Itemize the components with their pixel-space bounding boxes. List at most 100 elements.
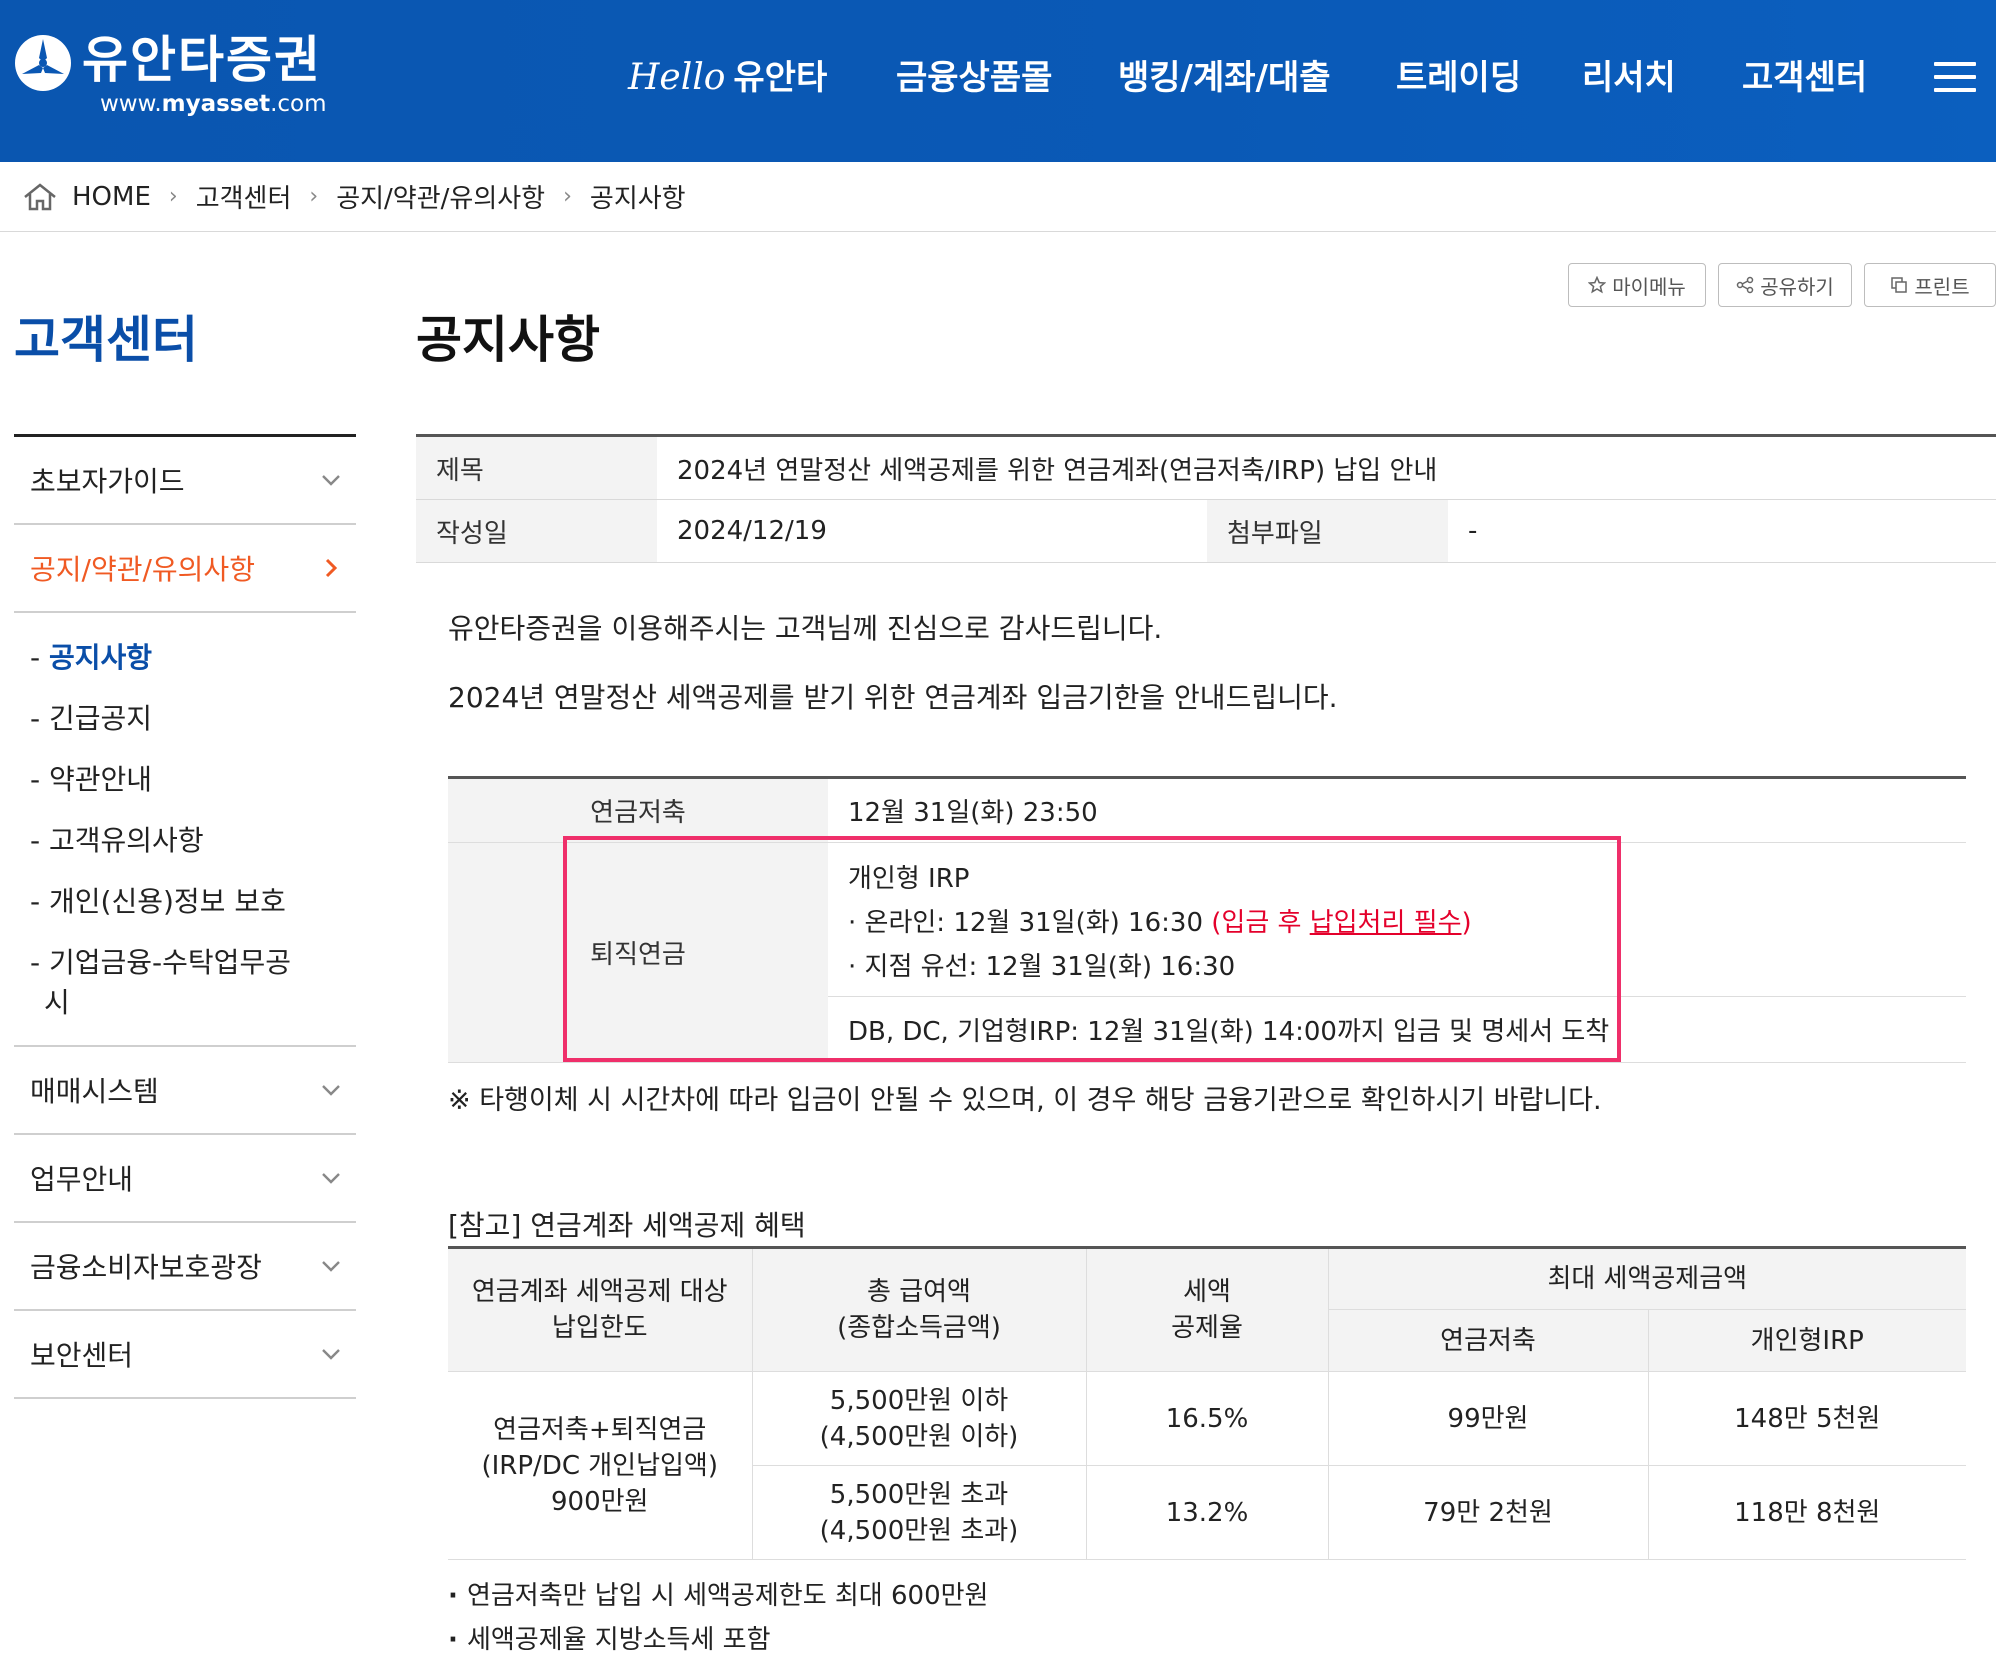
nav-trading[interactable]: 트레이딩 [1396,54,1521,102]
sidebar-item-security-center[interactable]: 보안센터 [14,1311,356,1399]
nav-research[interactable]: 리서치 [1582,54,1676,102]
limit-line3: 900만원 [551,1486,649,1517]
sidebar-item-label: 공지/약관/유의사항 [30,553,255,586]
sidebar-sub-label: 긴급공지 [49,702,153,735]
sidebar-sub-urgent[interactable]: - 긴급공지 [14,699,356,739]
pension-savings-value: 12월 31일(화) 23:50 [848,798,1098,828]
breadcrumb-separator-icon: › [168,184,178,209]
sidebar-item-label: 초보자가이드 [30,465,185,498]
sidebar-sub-terms[interactable]: - 약관안내 [14,760,356,800]
chevron-down-icon [322,1261,340,1272]
nav-banking[interactable]: 뱅킹/계좌/대출 [1118,54,1331,102]
sidebar-sub-label: 약관안내 [49,763,153,796]
nav-hello-script: Hello [628,57,726,98]
info-row-subject: 제목 2024년 연말정산 세액공제를 위한 연금계좌(연금저축/IRP) 납입… [416,437,1996,500]
pension-savings-label: 연금저축 [448,779,828,842]
breadcrumb-separator-icon: › [309,184,319,209]
irp-cell: 118만 8천원 [1647,1465,1966,1560]
logo-url: www.myasset.com [100,90,327,118]
salary-line1: 5,500만원 이하 [829,1385,1009,1416]
logo-name: 유안타증권 [82,31,322,89]
logo-mark-icon [15,35,71,91]
sidebar-sub-label: 공지사항 [49,641,153,674]
subject-label: 제목 [416,437,657,499]
sidebar-sub-label-cont: 시 [44,986,70,1019]
print-label: 프린트 [1914,274,1970,299]
sidebar-sub-privacy[interactable]: - 개인(신용)정보 보호 [14,882,356,922]
star-icon [1588,276,1607,294]
savings-cell: 99만원 [1327,1371,1649,1466]
limit-line1: 연금저축+퇴직연금 [493,1414,707,1445]
nav-financial-mall[interactable]: 금융상품몰 [896,54,1052,102]
breadcrumb-notice-terms[interactable]: 공지/약관/유의사항 [336,178,545,215]
rate-cell: 16.5% [1085,1371,1329,1466]
sidebar-sub-caution[interactable]: - 고객유의사항 [14,821,356,861]
salary-line2: (4,500만원 이하) [819,1421,1019,1452]
date-label: 작성일 [416,500,657,562]
post-info-table: 제목 2024년 연말정산 세액공제를 위한 연금계좌(연금저축/IRP) 납입… [416,434,1996,563]
attachment-value: - [1468,516,1478,546]
logo-url-suffix: .com [270,91,327,117]
sidebar-item-label: 업무안내 [30,1163,134,1196]
sidebar-item-trading-system[interactable]: 매매시스템 [14,1047,356,1135]
page-title: 공지사항 [416,311,600,369]
subject-value: 2024년 연말정산 세액공제를 위한 연금계좌(연금저축/IRP) 납입 안내 [677,455,1438,486]
sidebar-sub-notice[interactable]: - 공지사항 [14,638,356,678]
chevron-right-icon [325,558,338,578]
header-rate-line1: 세액 [1183,1277,1231,1307]
salary-line1: 5,500만원 초과 [829,1479,1009,1510]
salary-cell: 5,500만원 초과 (4,500만원 초과) [751,1465,1087,1560]
top-header: 유안타증권 www.myasset.com Hello 유안타 금융상품몰 뱅킹/… [0,0,1996,162]
breadcrumb-notice[interactable]: 공지사항 [590,178,686,215]
benefit-notes: 연금저축만 납입 시 세액공제한도 최대 600만원 세액공제율 지방소득세 포… [448,1574,989,1662]
sidebar-item-label: 매매시스템 [30,1075,159,1108]
rate-cell: 13.2% [1085,1465,1329,1560]
nav-customer-center[interactable]: 고객센터 [1742,54,1867,102]
logo-url-prefix: www. [100,91,162,117]
chevron-down-icon [322,475,340,486]
tax-benefit-table: 연금계좌 세액공제 대상 납입한도 총 급여액 (종합소득금액) 세액 공제율 최대 … [448,1246,1966,1560]
irp-cell: 148만 5천원 [1647,1371,1966,1466]
header-limit: 연금계좌 세액공제 대상 납입한도 [448,1247,753,1372]
breadcrumb-customer-center[interactable]: 고객센터 [196,178,292,215]
deadline-row-pension-savings: 연금저축 12월 31일(화) 23:50 [448,779,1966,843]
sidebar-sub-label: 개인(신용)정보 보호 [49,885,286,918]
header-rate-line2: 공제율 [1171,1313,1243,1343]
breadcrumb-home[interactable]: HOME [72,182,151,212]
mymenu-button[interactable]: 마이메뉴 [1568,263,1706,307]
date-value: 2024/12/19 [677,516,827,546]
copy-print-icon [1891,277,1908,293]
sidebar-item-notice-terms[interactable]: 공지/약관/유의사항 [14,525,356,613]
limit-line2: (IRP/DC 개인납입액) [481,1450,719,1481]
greeting-text: 유안타증권을 이용해주시는 고객님께 진심으로 감사드립니다. [448,612,1163,645]
sidebar-item-label: 금융소비자보호광장 [30,1251,262,1284]
nav-hello-yuanta[interactable]: Hello 유안타 [628,54,827,102]
sidebar: 초보자가이드 공지/약관/유의사항 - 공지사항 - 긴급공지 - 약관안내 -… [14,434,356,1399]
header-rate: 세액공제율 [1085,1247,1329,1372]
sidebar-item-beginner-guide[interactable]: 초보자가이드 [14,437,356,525]
salary-cell: 5,500만원 이하 (4,500만원 이하) [751,1371,1087,1466]
header-savings: 연금저축 [1327,1309,1649,1372]
sidebar-sub-corporate[interactable]: - 기업금융-수탁업무공 시 [14,943,356,1023]
chevron-down-icon [322,1173,340,1184]
savings-cell: 79만 2천원 [1327,1465,1649,1560]
header-irp: 개인형IRP [1647,1309,1966,1372]
chevron-down-icon [322,1349,340,1360]
nav-hello-label: 유안타 [733,58,828,98]
sidebar-item-consumer-protection[interactable]: 금융소비자보호광장 [14,1223,356,1311]
chevron-down-icon [322,1085,340,1096]
header-salary-line2: (종합소득금액) [837,1313,1001,1343]
share-label: 공유하기 [1760,274,1834,299]
site-logo[interactable]: 유안타증권 www.myasset.com [14,34,327,118]
print-button[interactable]: 프린트 [1864,263,1996,307]
share-button[interactable]: 공유하기 [1718,263,1852,307]
sidebar-submenu: - 공지사항 - 긴급공지 - 약관안내 - 고객유의사항 - 개인(신용)정보… [14,613,356,1047]
intro-text: 2024년 연말정산 세액공제를 받기 위한 연금계좌 입금기한을 안내드립니다… [448,681,1338,714]
sidebar-item-business[interactable]: 업무안내 [14,1135,356,1223]
home-icon[interactable] [22,182,58,212]
hamburger-menu-icon[interactable] [1934,62,1976,94]
header-max-deduction: 최대 세액공제금액 [1327,1247,1966,1310]
salary-line2: (4,500만원 초과) [819,1515,1019,1546]
benefit-row: 연금저축+퇴직연금 (IRP/DC 개인납입액) 900만원 5,500만원 이하 (… [448,1371,1966,1560]
benefit-note-item: 연금저축만 납입 시 세액공제한도 최대 600만원 [448,1574,989,1618]
